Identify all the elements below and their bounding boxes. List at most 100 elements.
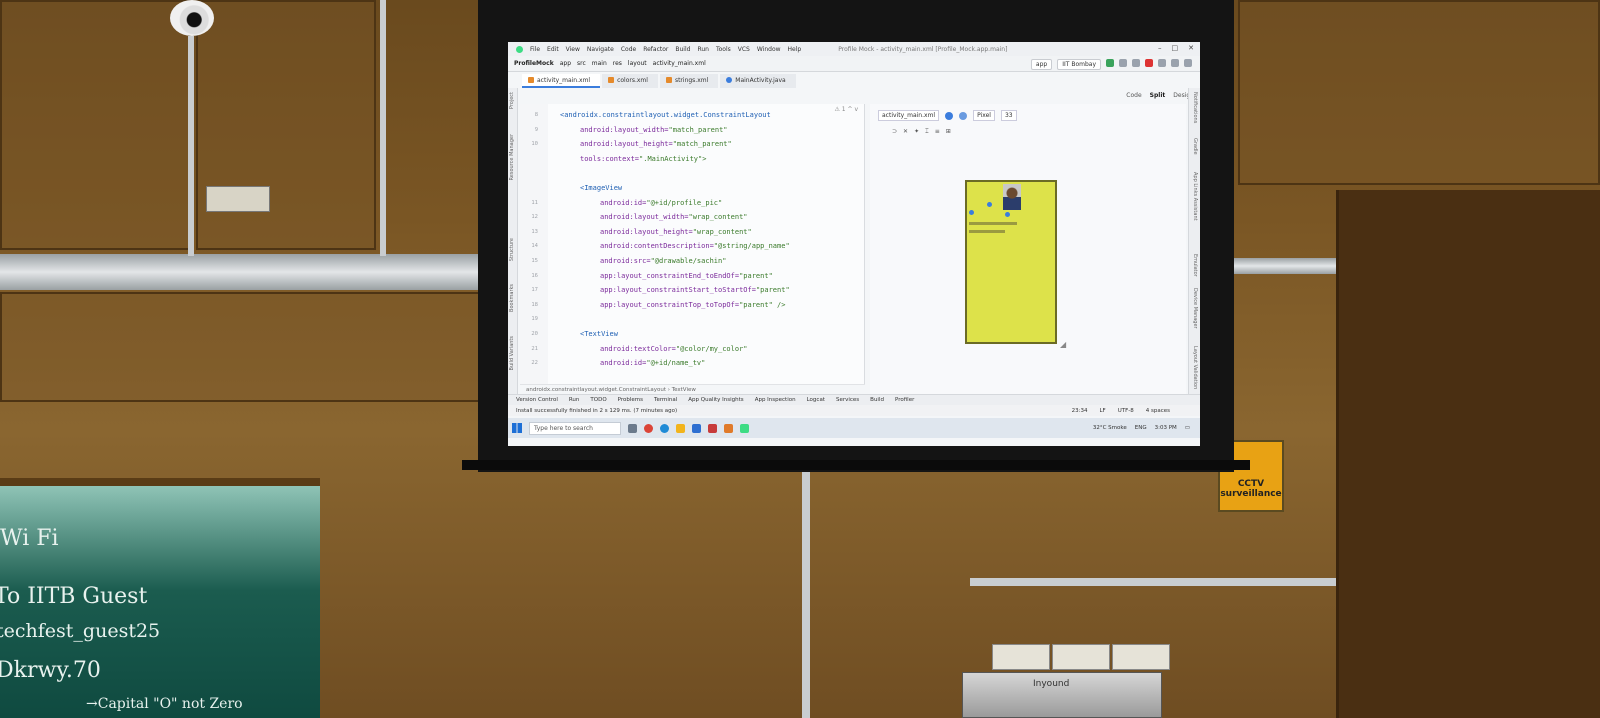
line-separator[interactable]: LF bbox=[1099, 408, 1105, 414]
menu-refactor[interactable]: Refactor bbox=[643, 46, 668, 53]
code-line[interactable]: 14 android:contentDescription="@string/ap… bbox=[520, 239, 864, 254]
tool-problems[interactable]: Problems bbox=[618, 397, 643, 403]
code-line[interactable]: 10 android:layout_height="match_parent" bbox=[520, 137, 864, 152]
device-select[interactable]: IIT Bombay bbox=[1057, 59, 1101, 70]
code-line[interactable]: 11 android:id="@+id/profile_pic" bbox=[520, 196, 864, 211]
constraint-handle[interactable] bbox=[969, 210, 974, 215]
tool-project[interactable]: Project bbox=[509, 92, 515, 109]
tool-gradle[interactable]: Gradle bbox=[1192, 138, 1198, 155]
api-level-select[interactable]: 33 bbox=[1000, 110, 1017, 121]
taskbar-search-input[interactable]: Type here to search bbox=[529, 421, 621, 435]
mode-split[interactable]: Split bbox=[1150, 92, 1166, 99]
menu-code[interactable]: Code bbox=[621, 46, 636, 53]
weather-status[interactable]: 32°C Smoke bbox=[1093, 425, 1127, 431]
indent-setting[interactable]: 4 spaces bbox=[1146, 408, 1170, 414]
menu-help[interactable]: Help bbox=[788, 46, 802, 53]
code-editor[interactable]: ⚠ 1 ^ v 8 <androidx.constraintlayout.widg… bbox=[520, 104, 865, 384]
tool-app-inspection[interactable]: App Inspection bbox=[755, 397, 796, 403]
menu-run[interactable]: Run bbox=[697, 46, 709, 53]
profile-pic-image[interactable] bbox=[1003, 184, 1021, 210]
tool-app-quality[interactable]: App Quality Insights bbox=[688, 397, 743, 403]
design-surface-icon[interactable] bbox=[945, 111, 954, 120]
tool-profiler[interactable]: Profiler bbox=[895, 397, 914, 403]
code-line[interactable]: 22 android:id="@+id/name_tv" bbox=[520, 356, 864, 371]
run-config-select[interactable]: app bbox=[1030, 59, 1053, 70]
app-icon[interactable] bbox=[724, 423, 733, 433]
edge-icon[interactable] bbox=[660, 423, 669, 433]
file-encoding[interactable]: UTF-8 bbox=[1118, 408, 1134, 414]
stop-icon[interactable] bbox=[1145, 59, 1153, 67]
code-line[interactable] bbox=[520, 166, 864, 181]
task-view-icon[interactable] bbox=[628, 423, 637, 433]
code-line[interactable]: 9 android:layout_width="match_parent" bbox=[520, 123, 864, 138]
maximize-icon[interactable]: □ bbox=[1172, 44, 1179, 52]
cursor-position[interactable]: 23:34 bbox=[1072, 408, 1088, 414]
align-icon[interactable]: ≡ bbox=[935, 128, 940, 136]
breadcrumb-project[interactable]: ProfileMock bbox=[514, 60, 554, 67]
device-preview-select[interactable]: Pixel bbox=[973, 110, 995, 121]
constraint-handle[interactable] bbox=[1005, 212, 1010, 217]
menu-view[interactable]: View bbox=[566, 46, 580, 53]
tool-terminal[interactable]: Terminal bbox=[654, 397, 677, 403]
code-line[interactable]: 12 android:layout_width="wrap_content" bbox=[520, 210, 864, 225]
tool-logcat[interactable]: Logcat bbox=[807, 397, 825, 403]
menu-navigate[interactable]: Navigate bbox=[587, 46, 614, 53]
code-line[interactable]: 18 app:layout_constraintTop_toTopOf="pare… bbox=[520, 298, 864, 313]
breadcrumb-item[interactable]: app bbox=[560, 60, 571, 67]
tool-layout-validation[interactable]: Layout Validation bbox=[1192, 346, 1198, 389]
menu-edit[interactable]: Edit bbox=[547, 46, 559, 53]
tool-todo[interactable]: TODO bbox=[590, 397, 606, 403]
breadcrumb-item[interactable]: main bbox=[592, 60, 607, 67]
settings-icon[interactable] bbox=[1184, 59, 1192, 67]
app-icon[interactable] bbox=[708, 423, 717, 433]
debug-icon[interactable] bbox=[1119, 59, 1127, 67]
layout-file-select[interactable]: activity_main.xml bbox=[878, 110, 940, 121]
tool-device-manager[interactable]: Device Manager bbox=[1192, 288, 1198, 329]
breadcrumb-item[interactable]: layout bbox=[628, 60, 647, 67]
tab-colors[interactable]: colors.xml bbox=[602, 74, 658, 88]
constraint-handle[interactable] bbox=[987, 202, 992, 207]
code-line[interactable]: 15 android:src="@drawable/sachin" bbox=[520, 254, 864, 269]
clock[interactable]: 3:03 PM bbox=[1155, 425, 1177, 431]
resize-handle-icon[interactable]: ◢ bbox=[1060, 340, 1066, 349]
code-line[interactable]: 17 app:layout_constraintStart_toStartOf="… bbox=[520, 283, 864, 298]
code-line[interactable]: 19 bbox=[520, 312, 864, 327]
menu-tools[interactable]: Tools bbox=[716, 46, 731, 53]
code-line[interactable]: 8 <androidx.constraintlayout.widget.Const… bbox=[520, 108, 864, 123]
code-line[interactable]: 16 app:layout_constraintEnd_toEndOf="pare… bbox=[520, 269, 864, 284]
profile-icon[interactable] bbox=[1132, 59, 1140, 67]
menu-window[interactable]: Window bbox=[757, 46, 781, 53]
menu-vcs[interactable]: VCS bbox=[738, 46, 750, 53]
code-line[interactable]: 21 android:textColor="@color/my_color" bbox=[520, 342, 864, 357]
magnet-icon[interactable]: ⊃ bbox=[892, 128, 897, 136]
notification-icon[interactable]: ▭ bbox=[1185, 425, 1190, 431]
menu-build[interactable]: Build bbox=[675, 46, 690, 53]
tab-main-activity[interactable]: MainActivity.java bbox=[720, 74, 796, 88]
android-studio-taskbar-icon[interactable] bbox=[740, 423, 749, 433]
infer-constraints-icon[interactable]: ✦ bbox=[914, 128, 919, 136]
windows-start-icon[interactable] bbox=[512, 423, 522, 433]
breadcrumb-file[interactable]: activity_main.xml bbox=[653, 60, 706, 67]
menu-file[interactable]: File bbox=[530, 46, 540, 53]
code-line[interactable]: 13 android:layout_height="wrap_content" bbox=[520, 225, 864, 240]
phone-preview[interactable] bbox=[965, 180, 1057, 344]
code-line[interactable]: <ImageView bbox=[520, 181, 864, 196]
tool-build[interactable]: Build bbox=[870, 397, 884, 403]
blueprint-icon[interactable] bbox=[959, 111, 968, 120]
clear-constraints-icon[interactable]: ✕ bbox=[903, 128, 908, 136]
language-indicator[interactable]: ENG bbox=[1135, 425, 1147, 431]
margin-icon[interactable]: ⌶ bbox=[925, 128, 929, 136]
files-icon[interactable] bbox=[676, 423, 685, 433]
breadcrumb-item[interactable]: src bbox=[577, 60, 586, 67]
tool-notifications[interactable]: Notifications bbox=[1192, 92, 1198, 123]
tool-app-links[interactable]: App Links Assistant bbox=[1192, 172, 1198, 221]
search-icon[interactable] bbox=[1171, 59, 1179, 67]
tool-version-control[interactable]: Version Control bbox=[516, 397, 558, 403]
minimize-icon[interactable]: – bbox=[1158, 44, 1162, 52]
tool-emulator[interactable]: Emulator bbox=[1192, 254, 1198, 277]
chrome-icon[interactable] bbox=[644, 423, 653, 433]
guidelines-icon[interactable]: ⊞ bbox=[946, 128, 951, 136]
tab-activity-main[interactable]: activity_main.xml bbox=[522, 74, 601, 88]
tool-resource-manager[interactable]: Resource Manager bbox=[509, 134, 515, 180]
store-icon[interactable] bbox=[692, 423, 701, 433]
